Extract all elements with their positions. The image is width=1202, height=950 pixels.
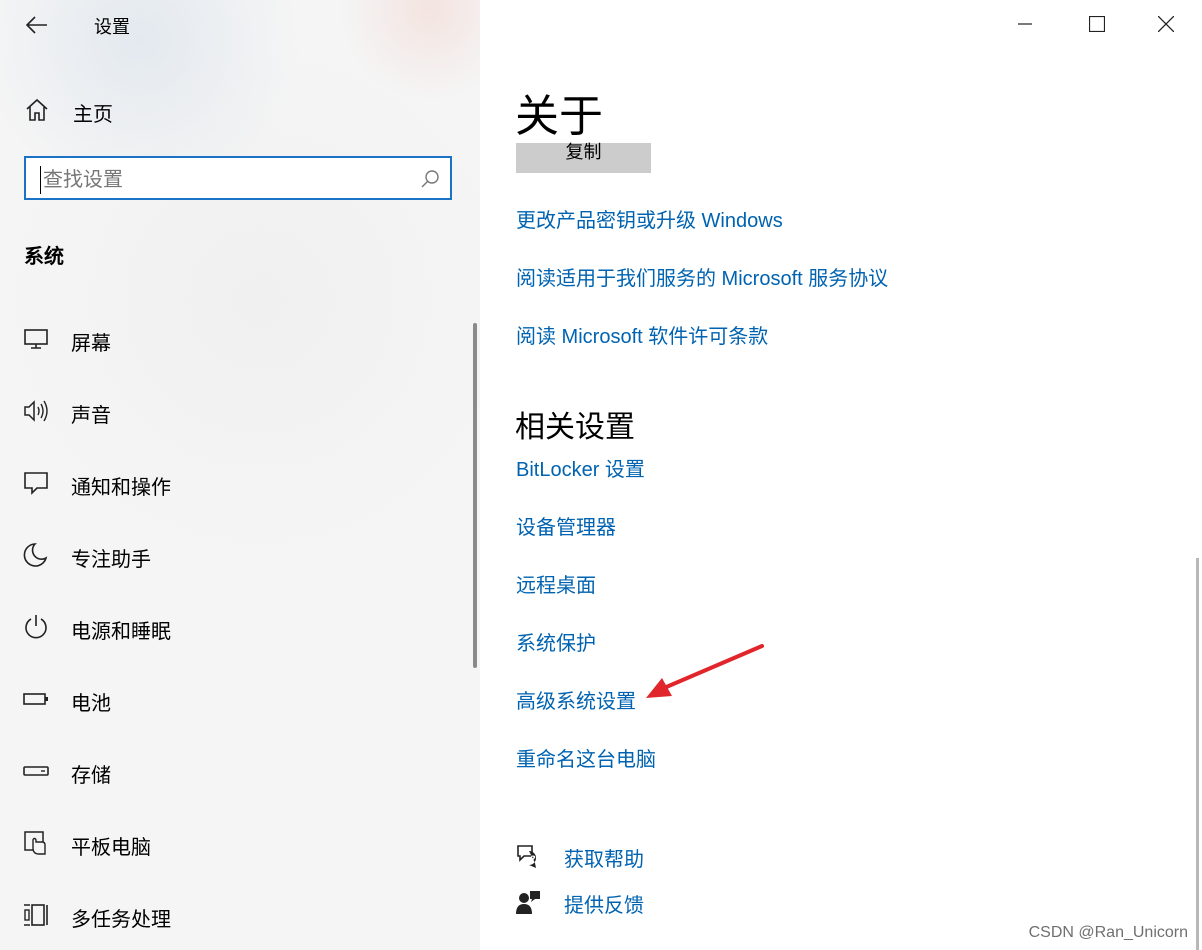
home-icon	[26, 98, 48, 121]
copy-button[interactable]: 复制	[516, 143, 651, 173]
sidebar-item-home[interactable]: 主页	[0, 90, 470, 130]
sidebar-item-battery[interactable]: 电池	[0, 676, 470, 720]
sidebar-item-power-sleep[interactable]: 电源和睡眠	[0, 604, 470, 648]
tablet-icon	[24, 831, 46, 855]
battery-icon	[23, 693, 48, 705]
close-icon	[1158, 16, 1174, 32]
maximize-button[interactable]	[1074, 6, 1120, 42]
system-protection-link[interactable]: 系统保护	[516, 627, 596, 656]
section-title: 系统	[24, 246, 64, 268]
minimize-button[interactable]	[1002, 6, 1048, 42]
monitor-icon	[24, 329, 48, 349]
sidebar-item-sound[interactable]: 声音	[0, 388, 470, 432]
sidebar-item-label: 屏幕	[71, 333, 111, 355]
power-icon	[25, 615, 47, 639]
search-icon[interactable]	[420, 169, 440, 189]
give-feedback-link[interactable]: 提供反馈	[516, 885, 816, 919]
sidebar-item-label: 存储	[71, 765, 111, 787]
page-title: 关于	[515, 92, 603, 141]
sidebar-item-storage[interactable]: 存储	[0, 748, 470, 792]
sidebar-item-label: 专注助手	[71, 549, 151, 571]
sidebar-item-label: 多任务处理	[71, 909, 171, 931]
app-title: 设置	[94, 17, 130, 37]
related-settings-title: 相关设置	[515, 411, 635, 444]
sidebar-item-label: 通知和操作	[71, 477, 171, 499]
sidebar-scrollbar[interactable]	[473, 323, 477, 668]
device-manager-link[interactable]: 设备管理器	[516, 511, 616, 540]
sidebar-item-focus-assist[interactable]: 专注助手	[0, 532, 470, 576]
sidebar-item-label: 声音	[71, 405, 111, 427]
bitlocker-settings-link[interactable]: BitLocker 设置	[516, 453, 645, 482]
feedback-icon	[516, 891, 540, 914]
help-chat-icon: ?	[517, 845, 536, 868]
back-button[interactable]	[22, 10, 52, 40]
sidebar-item-multitasking[interactable]: 多任务处理	[0, 892, 470, 936]
give-feedback-label: 提供反馈	[564, 895, 644, 917]
service-agreement-link[interactable]: 阅读适用于我们服务的 Microsoft 服务协议	[516, 262, 888, 291]
change-product-key-link[interactable]: 更改产品密钥或升级 Windows	[516, 204, 783, 233]
close-button[interactable]	[1143, 6, 1189, 42]
minimize-icon	[1018, 23, 1032, 25]
sidebar-item-tablet[interactable]: 平板电脑	[0, 820, 470, 864]
search-box[interactable]	[24, 156, 452, 200]
sidebar-item-label: 电池	[71, 693, 111, 715]
maximize-icon	[1089, 16, 1105, 32]
search-input[interactable]	[40, 166, 415, 194]
moon-icon	[23, 543, 48, 567]
speaker-icon	[24, 400, 48, 422]
sidebar-item-display[interactable]: 屏幕	[0, 316, 470, 360]
get-help-link[interactable]: ? 获取帮助	[516, 839, 816, 873]
sidebar-item-notifications[interactable]: 通知和操作	[0, 460, 470, 504]
svg-text:?: ?	[531, 855, 536, 865]
rename-pc-link[interactable]: 重命名这台电脑	[516, 743, 656, 772]
license-terms-link[interactable]: 阅读 Microsoft 软件许可条款	[516, 320, 768, 349]
multitask-icon	[24, 904, 48, 926]
main-content: 关于 复制 更改产品密钥或升级 Windows 阅读适用于我们服务的 Micro…	[480, 0, 1202, 950]
get-help-label: 获取帮助	[564, 849, 644, 871]
annotation-arrow	[646, 644, 764, 698]
watermark: CSDN @Ran_Unicorn	[1028, 924, 1188, 941]
sidebar-item-label: 主页	[73, 104, 113, 126]
sidebar: 设置 主页 系统 屏幕 声音 通知和操作	[0, 0, 480, 950]
sidebar-item-label: 电源和睡眠	[71, 621, 171, 643]
storage-icon	[23, 766, 49, 776]
advanced-system-settings-link[interactable]: 高级系统设置	[516, 685, 636, 714]
sidebar-item-label: 平板电脑	[71, 837, 151, 859]
remote-desktop-link[interactable]: 远程桌面	[516, 569, 596, 598]
notification-icon	[24, 472, 48, 495]
main-scrollbar[interactable]	[1196, 558, 1199, 950]
back-arrow-icon	[26, 16, 47, 34]
